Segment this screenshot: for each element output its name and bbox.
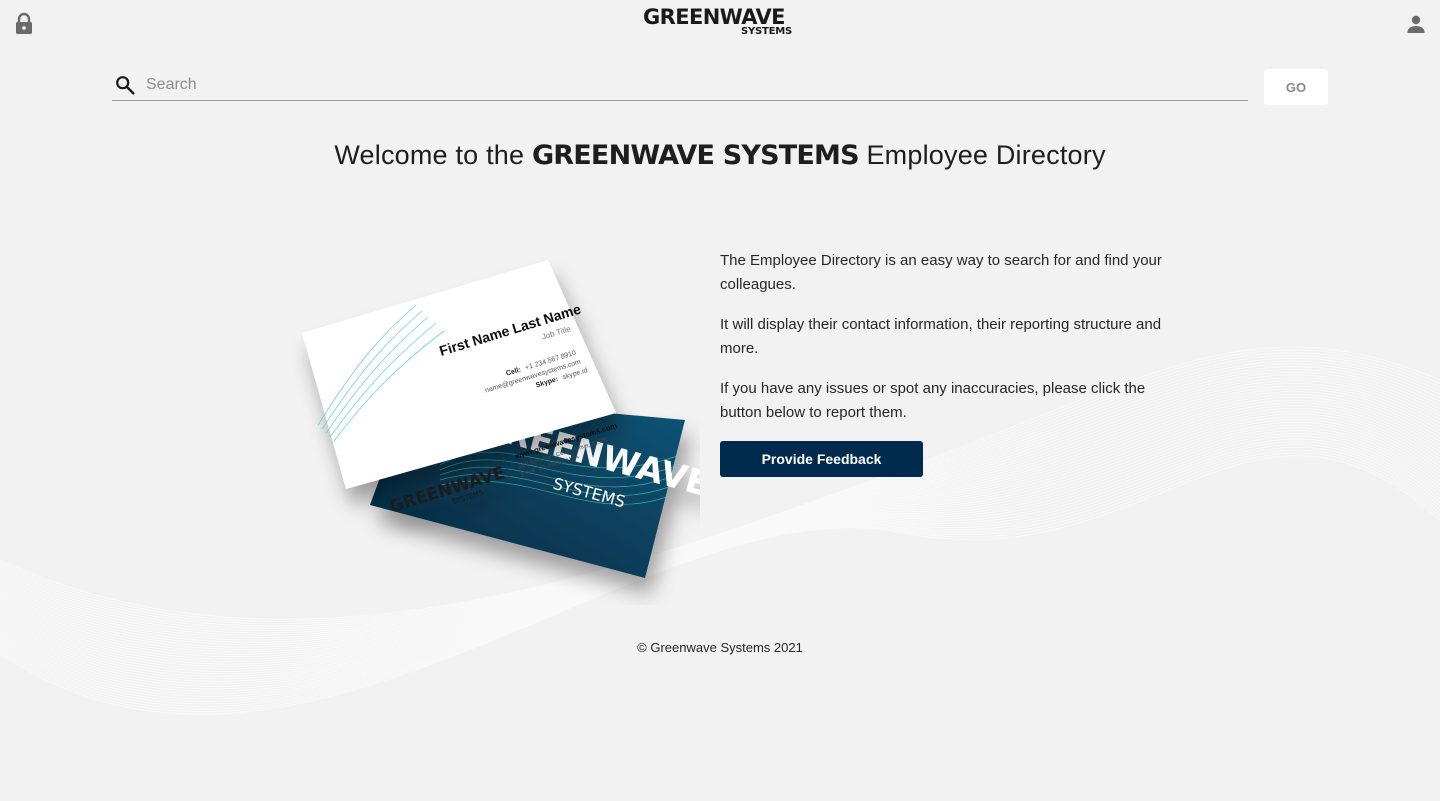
go-button[interactable]: GO xyxy=(1264,69,1328,105)
footer-copyright: © Greenwave Systems 2021 xyxy=(637,640,803,655)
background-wave-line xyxy=(0,446,1440,707)
intro-paragraph-3: If you have any issues or spot any inacc… xyxy=(720,380,1146,421)
background-wave-line xyxy=(0,449,1440,710)
background-wave-line xyxy=(0,444,1440,705)
background-wave-line xyxy=(0,438,1440,700)
title-brand: GREENWAVE SYSTEMS xyxy=(531,140,860,171)
title-suffix: Employee Directory xyxy=(858,140,1106,170)
search-input[interactable] xyxy=(144,72,1238,98)
intro-text: The Employee Directory is an easy way to… xyxy=(720,249,1180,441)
page-title: Welcome to the GREENWAVE SYSTEMS Employe… xyxy=(0,140,1440,171)
background-wave-line xyxy=(0,452,1440,712)
intro-paragraph-2: It will display their contact informatio… xyxy=(720,316,1162,357)
background-wave-line xyxy=(0,455,1440,715)
logo-wordmark: GREENWAVE xyxy=(643,5,786,29)
background-wave-line xyxy=(0,441,1440,702)
title-prefix: Welcome to the xyxy=(334,140,532,170)
search-bar xyxy=(112,68,1248,101)
intro-paragraph-1: The Employee Directory is an easy way to… xyxy=(720,252,1162,293)
greenwave-logo[interactable]: GREENWAVE SYSTEMS xyxy=(643,6,803,37)
account-icon[interactable] xyxy=(1404,12,1428,36)
provide-feedback-button[interactable]: Provide Feedback xyxy=(720,441,923,477)
lock-icon[interactable] xyxy=(14,12,34,36)
logo-subtext: SYSTEMS xyxy=(741,26,793,37)
page: GREENWAVE SYSTEMS GO Welcome to the GREE… xyxy=(0,0,1440,801)
search-icon xyxy=(116,76,135,95)
business-cards-illustration: GREENWAVE SYSTEMS First Name Last Name J… xyxy=(302,260,700,578)
